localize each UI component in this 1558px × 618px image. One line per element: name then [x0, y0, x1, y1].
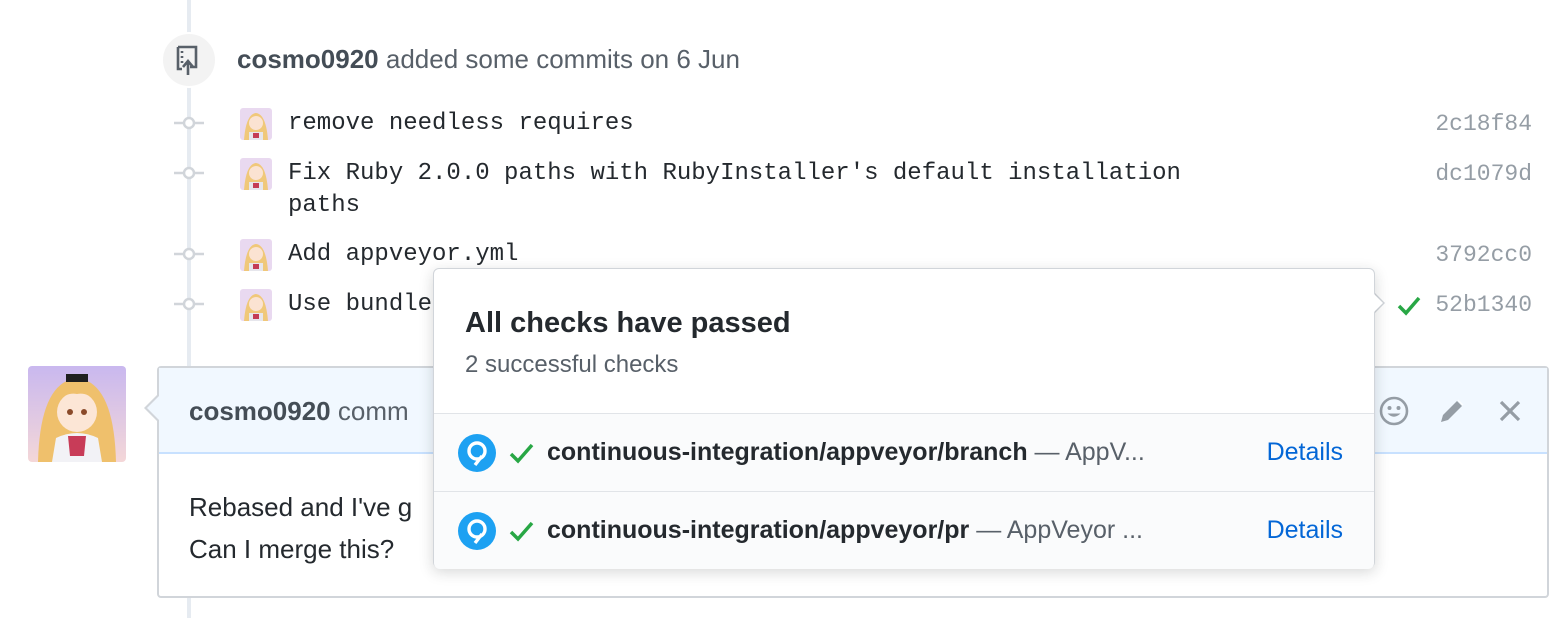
checks-popover-title: All checks have passed — [465, 307, 791, 339]
comment-author-link[interactable]: cosmo0920 — [189, 396, 331, 426]
comment-body: Rebased and I've g Can I merge this? — [189, 486, 412, 570]
appveyor-icon[interactable] — [458, 512, 496, 550]
smiley-icon[interactable] — [1377, 394, 1411, 428]
close-icon[interactable] — [1493, 394, 1527, 428]
push-event-header: cosmo0920 added some commits on 6 Jun — [237, 44, 740, 75]
check-details-link[interactable]: Details — [1267, 438, 1343, 467]
check-context: continuous-integration/appveyor/pr — App… — [547, 516, 1143, 545]
appveyor-icon[interactable] — [458, 434, 496, 472]
commit-message-link[interactable]: remove needless requires — [288, 108, 1208, 140]
check-success-icon — [509, 521, 534, 542]
commit-sha-link[interactable]: 3792cc0 — [1435, 239, 1532, 271]
push-author-link[interactable]: cosmo0920 — [237, 44, 379, 74]
check-row: continuous-integration/appveyor/pr — App… — [434, 491, 1374, 569]
commit-author-avatar[interactable] — [240, 108, 272, 140]
comment-author-avatar[interactable] — [28, 366, 126, 462]
commit-author-avatar[interactable] — [240, 289, 272, 321]
check-row: continuous-integration/appveyor/branch —… — [434, 413, 1374, 491]
check-success-icon[interactable] — [1396, 293, 1422, 317]
commit-author-avatar[interactable] — [240, 239, 272, 271]
commit-sha-link[interactable]: 2c18f84 — [1435, 108, 1532, 140]
commit-node-icon — [174, 166, 204, 180]
checks-popover: All checks have passed 2 successful chec… — [433, 268, 1375, 569]
popover-caret-fill — [1373, 293, 1383, 313]
check-context: continuous-integration/appveyor/branch —… — [547, 438, 1145, 467]
checks-popover-subtitle: 2 successful checks — [465, 351, 679, 378]
commit-node-icon — [174, 297, 204, 311]
commit-sha-link[interactable]: dc1079d — [1435, 158, 1532, 190]
check-success-icon — [509, 443, 534, 464]
push-action-text: added some commits on 6 Jun — [378, 44, 740, 74]
check-context-name: continuous-integration/appveyor/pr — [547, 516, 970, 544]
repo-push-icon — [161, 32, 217, 88]
comment-header-text: cosmo0920 comm — [189, 396, 409, 427]
comment-action-text: comm — [330, 396, 409, 426]
commit-message-link[interactable]: Fix Ruby 2.0.0 paths with RubyInstaller'… — [288, 158, 1208, 222]
commit-message-link[interactable]: Add appveyor.yml — [288, 239, 1208, 271]
comment-actions — [1377, 394, 1527, 428]
pencil-icon[interactable] — [1435, 394, 1469, 428]
comment-arrow-fill — [147, 396, 159, 420]
repo-push-icon-glyph — [176, 45, 198, 75]
commit-sha-link[interactable]: 52b1340 — [1435, 289, 1532, 321]
comment-body-line: Rebased and I've g — [189, 492, 413, 522]
commit-author-avatar[interactable] — [240, 158, 272, 190]
commit-node-icon — [174, 116, 204, 130]
commit-node-icon — [174, 247, 204, 261]
check-details-link[interactable]: Details — [1267, 516, 1343, 545]
check-description: — AppV... — [1027, 438, 1145, 466]
check-description: — AppVeyor ... — [969, 516, 1143, 544]
check-context-name: continuous-integration/appveyor/branch — [547, 438, 1028, 466]
comment-body-line: Can I merge this? — [189, 534, 395, 564]
